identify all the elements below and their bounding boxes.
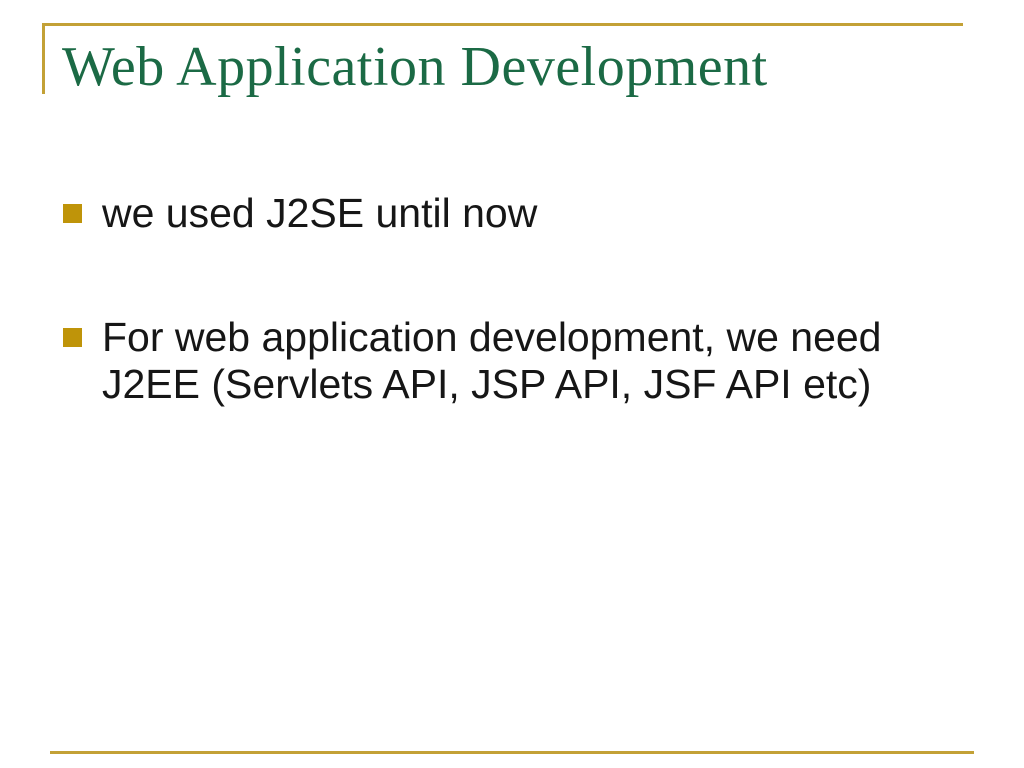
bullet-text: we used J2SE until now xyxy=(102,190,964,237)
bullet-line: For web application development, we need xyxy=(102,314,882,360)
bullet-text: For web application development, we need… xyxy=(102,314,964,408)
presentation-slide: Web Application Development we used J2SE… xyxy=(0,0,1024,768)
bullet-square-icon xyxy=(63,204,82,223)
bullet-line: we used J2SE until now xyxy=(102,190,538,236)
bottom-rule xyxy=(50,751,974,754)
bullet-line: J2EE (Servlets API, JSP API, JSF API etc… xyxy=(102,361,872,407)
slide-title: Web Application Development xyxy=(62,36,768,98)
top-rule xyxy=(42,23,963,26)
bullet-item: For web application development, we need… xyxy=(63,314,964,408)
title-accent-bar xyxy=(42,23,45,94)
bullet-square-icon xyxy=(63,328,82,347)
bullet-item: we used J2SE until now xyxy=(63,190,964,237)
